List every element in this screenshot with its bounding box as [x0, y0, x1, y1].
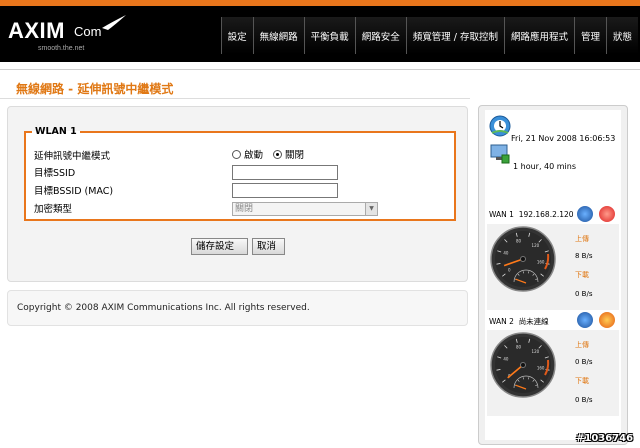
disable-radio-circle[interactable]: [273, 149, 283, 159]
down-label: 下載: [575, 377, 589, 385]
gauge-hub: [520, 362, 526, 368]
wan-ip: 192.168.2.120: [518, 210, 574, 219]
gauge-tick-label: 40: [503, 357, 509, 362]
clock-icon: [489, 115, 511, 137]
enable-radio[interactable]: 啟動: [232, 147, 263, 161]
wan-speed-gauge: 0 40 80 120 160: [490, 226, 556, 292]
nav-item-2[interactable]: 平衡負載: [303, 17, 355, 54]
settings-panel: WLAN 1 延伸訊號中繼模式 啟動 關閉 目標SSID 目標BSSID (MA…: [7, 106, 468, 282]
enable-radio-circle[interactable]: [232, 149, 241, 159]
enable-radio-label: 啟動: [244, 150, 264, 161]
wan-label: WAN 1 192.168.2.120: [489, 210, 574, 219]
dropdown-arrow-icon[interactable]: ▼: [365, 203, 377, 215]
nav-item-7[interactable]: 狀態: [605, 17, 638, 54]
encryption-row: 加密類型: [34, 200, 224, 216]
repeater-label: 延伸訊號中繼模式: [34, 151, 111, 162]
down-rate: 0 B/s: [575, 290, 593, 298]
wlan-legend: WLAN 1: [35, 126, 77, 137]
down-label: 下載: [575, 271, 589, 279]
copyright-text: Copyright © 2008 AXIM Communications Inc…: [17, 303, 310, 313]
status-sidebar-inner: Fri, 21 Nov 2008 16:06:53 1 hour, 40 min…: [485, 110, 621, 440]
status-sidebar: Fri, 21 Nov 2008 16:06:53 1 hour, 40 min…: [478, 105, 628, 445]
cancel-button[interactable]: 取消: [252, 238, 285, 255]
gauge-tick-label: 160: [537, 259, 545, 264]
wan-ip: 尚未連線: [518, 317, 549, 326]
bssid-row: 目標BSSID (MAC): [34, 182, 224, 198]
page-title: 無線網路 - 延伸訊號中繼模式: [16, 82, 174, 96]
wan-name: WAN 1: [489, 210, 514, 219]
logo-brand: AXIM: [8, 18, 65, 43]
footer: Copyright © 2008 AXIM Communications Inc…: [7, 290, 468, 326]
gauge-tick-label: 80: [516, 345, 522, 350]
disable-radio[interactable]: 關閉: [273, 147, 304, 161]
gauge-tick-label: 120: [532, 243, 540, 248]
ssid-input[interactable]: [232, 165, 338, 180]
wan-speed-gauge: 04080120160: [490, 332, 556, 398]
up-rate: 0 B/s: [575, 358, 593, 366]
up-label: 上傳: [575, 235, 589, 243]
gauge-tick-label: 160: [537, 365, 545, 370]
status-uptime: 1 hour, 40 mins: [513, 162, 577, 171]
logo[interactable]: AXIM Com smooth.the.net: [8, 15, 128, 54]
bssid-input[interactable]: [232, 183, 338, 198]
network-monitor-icon: [490, 144, 510, 164]
header-stripe: [0, 0, 640, 6]
wan-label: WAN 2 尚未連線: [489, 316, 549, 327]
ssid-row: 目標SSID: [34, 164, 224, 180]
wan-disconnect-icon[interactable]: [599, 206, 615, 222]
nav-item-4[interactable]: 頻寬管理 / 存取控制: [405, 17, 504, 54]
encryption-label: 加密類型: [34, 204, 73, 215]
gauge-tick-label: 120: [532, 349, 540, 354]
main-nav: 設定 無線網路 平衡負載 網路安全 頻寬管理 / 存取控制 網路應用程式 管理 狀態: [220, 17, 638, 54]
nav-item-1[interactable]: 無線網路: [252, 17, 304, 54]
down-rate: 0 B/s: [575, 396, 593, 404]
bssid-label: 目標BSSID (MAC): [34, 186, 114, 197]
title-divider: [0, 98, 470, 99]
save-button[interactable]: 儲存設定: [191, 238, 248, 255]
nav-item-6[interactable]: 管理: [573, 17, 606, 54]
disable-radio-label: 關閉: [285, 150, 305, 161]
nav-item-0[interactable]: 設定: [220, 17, 253, 54]
ssid-label: 目標SSID: [34, 168, 76, 179]
repeater-row: 延伸訊號中繼模式: [34, 147, 224, 163]
wan-connect-icon[interactable]: [577, 206, 593, 222]
status-datetime: Fri, 21 Nov 2008 16:06:53: [511, 134, 616, 143]
header-rule: [0, 62, 640, 70]
wan-name: WAN 2: [489, 317, 514, 326]
header: AXIM Com smooth.the.net 設定 無線網路 平衡負載 網路安全 頻寬…: [0, 0, 640, 62]
gauge-tick-label: 80: [516, 239, 522, 244]
up-rate: 8 B/s: [575, 252, 593, 260]
encryption-select[interactable]: 關閉 ▼: [232, 202, 378, 216]
encryption-value: 關閉: [235, 204, 254, 214]
wlan-fieldset: WLAN 1 延伸訊號中繼模式 啟動 關閉 目標SSID 目標BSSID (MA…: [24, 126, 456, 221]
gauge-tick-label: 0: [508, 268, 511, 273]
logo-tagline: smooth.the.net: [38, 45, 85, 52]
nav-item-5[interactable]: 網路應用程式: [503, 17, 574, 54]
gauge-tick-label: 40: [503, 251, 509, 256]
repeater-radio-group: 啟動 關閉: [232, 147, 304, 161]
watermark: #1036746: [576, 433, 634, 444]
wan-connect-icon[interactable]: [577, 312, 593, 328]
gauge-hub: [520, 256, 526, 262]
logo-com: Com: [74, 24, 102, 39]
wan-disconnect-icon[interactable]: [599, 312, 615, 328]
up-label: 上傳: [575, 341, 589, 349]
nav-item-3[interactable]: 網路安全: [354, 17, 406, 54]
logo-bird-icon: [102, 15, 126, 30]
